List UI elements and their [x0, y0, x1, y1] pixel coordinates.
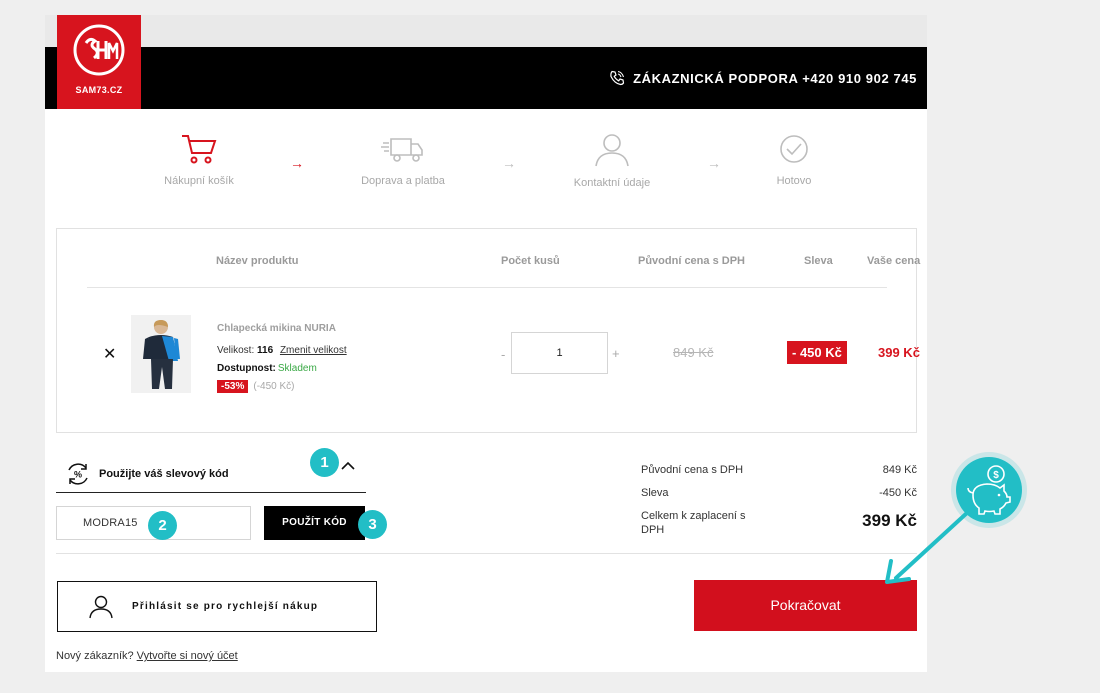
annotation-arrow-icon [885, 510, 970, 584]
